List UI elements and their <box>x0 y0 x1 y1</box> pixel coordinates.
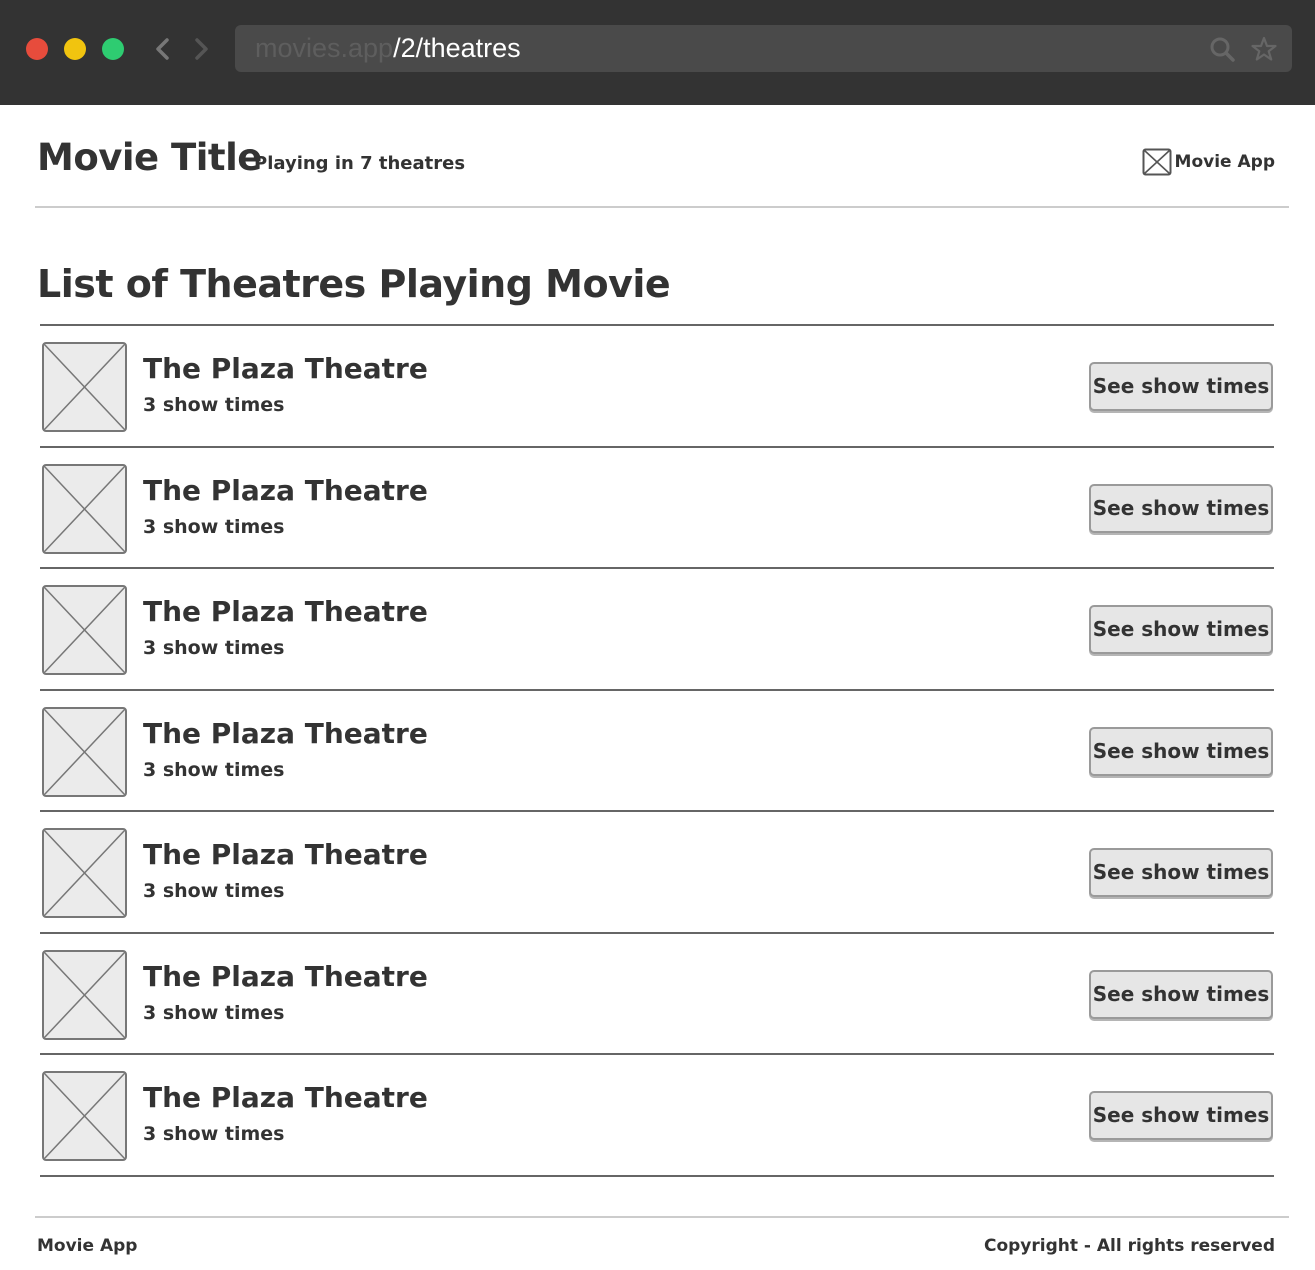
showtimes-count: 3 show times <box>143 880 285 902</box>
see-show-times-button[interactable]: See show times <box>1089 969 1273 1019</box>
theatre-row: The Plaza Theatre 3 show times See show … <box>40 326 1274 448</box>
theatre-name[interactable]: The Plaza Theatre <box>143 595 428 628</box>
image-placeholder-icon <box>42 1071 127 1161</box>
see-show-times-button[interactable]: See show times <box>1089 726 1273 776</box>
search-icon[interactable] <box>1209 36 1235 62</box>
url-text: movies.app/2/theatres <box>255 25 521 72</box>
footer-copyright: Copyright - All rights reserved <box>983 1236 1275 1256</box>
image-placeholder-icon <box>42 463 127 554</box>
minimize-window-button[interactable] <box>64 38 86 60</box>
theatre-name[interactable]: The Plaza Theatre <box>143 474 428 507</box>
page-title: Movie Title <box>37 136 262 179</box>
brand-link[interactable]: Movie App <box>1142 148 1275 176</box>
theatre-row: The Plaza Theatre 3 show times See show … <box>40 1055 1274 1177</box>
url-host: movies.app <box>255 33 394 63</box>
showtimes-count: 3 show times <box>143 637 285 659</box>
section-heading: List of Theatres Playing Movie <box>37 262 671 306</box>
see-show-times-button[interactable]: See show times <box>1089 1091 1273 1140</box>
maximize-window-button[interactable] <box>102 38 124 60</box>
theatre-row: The Plaza Theatre 3 show times See show … <box>40 569 1274 691</box>
theatre-name[interactable]: The Plaza Theatre <box>143 1081 428 1114</box>
image-placeholder-icon <box>42 585 127 675</box>
image-placeholder-icon <box>42 949 127 1040</box>
theatre-row: The Plaza Theatre 3 show times See show … <box>40 812 1274 934</box>
see-show-times-button[interactable]: See show times <box>1089 362 1273 411</box>
showtimes-count: 3 show times <box>143 1001 285 1024</box>
footer-brand: Movie App <box>37 1236 138 1256</box>
theatre-name[interactable]: The Plaza Theatre <box>143 717 428 750</box>
image-placeholder-icon <box>42 828 127 918</box>
back-button[interactable] <box>150 36 176 62</box>
showtimes-count: 3 show times <box>143 758 285 781</box>
star-icon[interactable] <box>1251 36 1277 62</box>
theatre-name[interactable]: The Plaza Theatre <box>143 838 428 871</box>
showtimes-count: 3 show times <box>143 1123 285 1145</box>
browser-chrome: movies.app/2/theatres <box>0 0 1315 105</box>
url-path: /2/theatres <box>393 33 521 63</box>
theatre-name[interactable]: The Plaza Theatre <box>143 960 428 993</box>
chevron-left-icon <box>156 38 169 60</box>
see-show-times-button[interactable]: See show times <box>1089 848 1273 897</box>
header-divider <box>35 206 1289 208</box>
theatre-list: The Plaza Theatre 3 show times See show … <box>40 324 1274 1177</box>
chevron-right-icon <box>195 38 208 60</box>
see-show-times-button[interactable]: See show times <box>1089 605 1273 654</box>
theatre-row: The Plaza Theatre 3 show times See show … <box>40 448 1274 569</box>
theatre-row: The Plaza Theatre 3 show times See show … <box>40 691 1274 812</box>
see-show-times-button[interactable]: See show times <box>1089 483 1273 533</box>
image-placeholder-icon <box>42 706 127 797</box>
showtimes-count: 3 show times <box>143 515 285 538</box>
image-placeholder-icon <box>1142 148 1172 176</box>
forward-button[interactable] <box>188 36 214 62</box>
brand-name: Movie App <box>1174 152 1275 172</box>
image-placeholder-icon <box>42 342 127 432</box>
theatre-name[interactable]: The Plaza Theatre <box>143 352 428 385</box>
address-bar[interactable]: movies.app/2/theatres <box>235 25 1292 72</box>
showtimes-count: 3 show times <box>143 394 285 416</box>
page-subtitle: Playing in 7 theatres <box>254 153 466 174</box>
theatre-row: The Plaza Theatre 3 show times See show … <box>40 934 1274 1055</box>
footer-divider <box>35 1216 1289 1218</box>
close-window-button[interactable] <box>26 38 48 60</box>
